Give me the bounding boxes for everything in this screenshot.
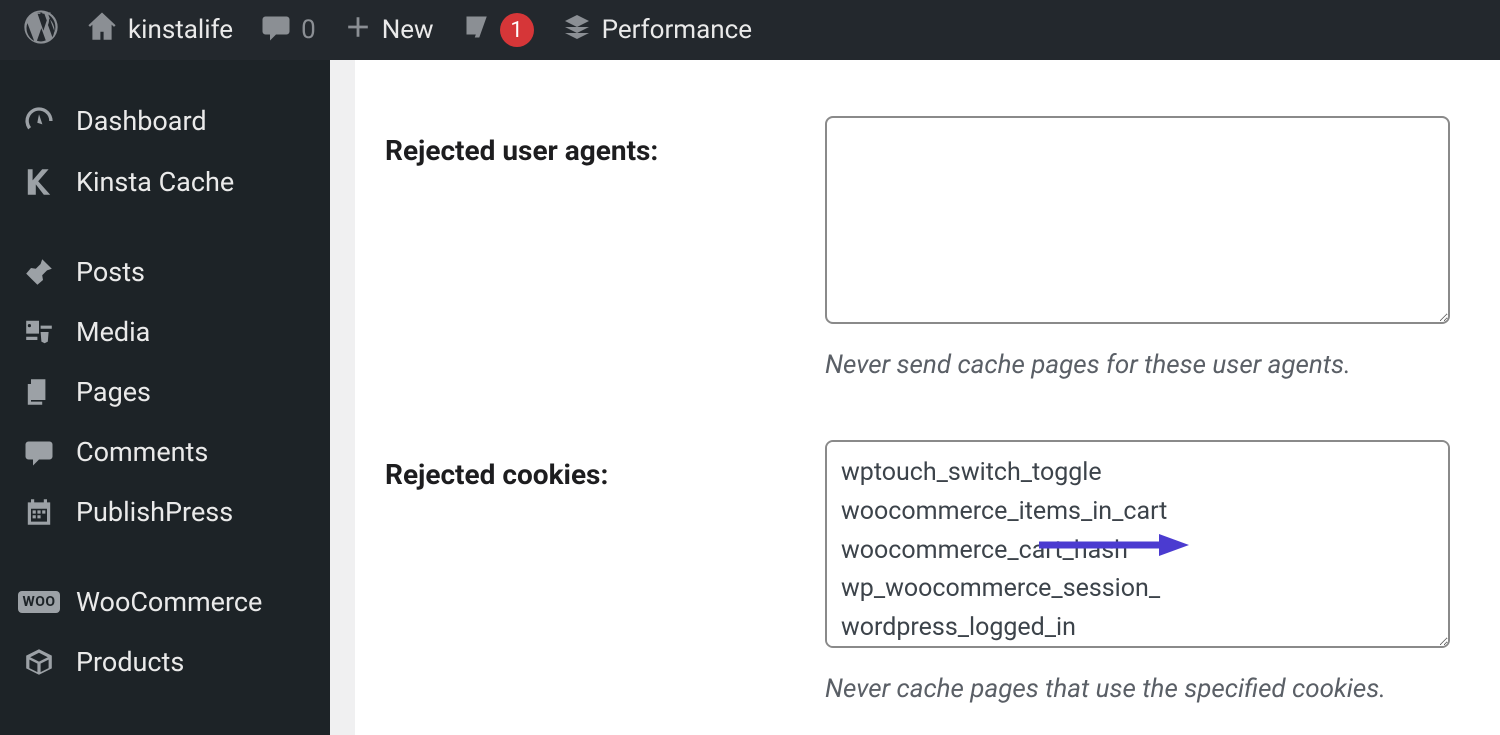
rejected-user-agents-helper: Never send cache pages for these user ag… [825, 350, 1450, 380]
pages-icon [20, 376, 58, 408]
sidebar-item-posts[interactable]: Posts [0, 242, 330, 302]
sidebar-item-label: Dashboard [76, 105, 207, 137]
media-icon [20, 316, 58, 348]
sidebar-item-pages[interactable]: Pages [0, 362, 330, 422]
rejected-user-agents-textarea[interactable] [825, 116, 1450, 324]
wordpress-icon [24, 10, 58, 51]
sidebar-item-products[interactable]: Products [0, 632, 330, 692]
sidebar-item-media[interactable]: Media [0, 302, 330, 362]
comments-icon [20, 437, 58, 467]
woocommerce-icon: WOO [20, 591, 58, 613]
home-icon [86, 11, 118, 50]
rejected-cookies-label: Rejected cookies: [385, 440, 825, 491]
site-link[interactable]: kinstalife [76, 0, 243, 60]
sidebar-item-dashboard[interactable]: Dashboard [0, 90, 330, 152]
performance-label: Performance [602, 15, 752, 45]
yoast-icon [462, 12, 492, 49]
sidebar-item-label: Products [76, 646, 184, 678]
performance-icon [562, 12, 592, 49]
sidebar-item-label: Posts [76, 256, 145, 288]
new-label: New [382, 15, 434, 45]
yoast-notification-badge: 1 [500, 13, 534, 47]
sidebar-item-publishpress[interactable]: PublishPress [0, 482, 330, 542]
sidebar-item-label: Comments [76, 436, 208, 468]
comment-icon [261, 12, 291, 49]
sidebar-item-label: Kinsta Cache [76, 166, 234, 198]
rejected-cookies-row: Rejected cookies: Never cache pages that… [385, 440, 1450, 704]
sidebar-item-label: Media [76, 316, 150, 348]
yoast-link[interactable]: 1 [452, 0, 544, 60]
sidebar-item-comments[interactable]: Comments [0, 422, 330, 482]
sidebar-item-label: PublishPress [76, 496, 233, 528]
rejected-user-agents-label: Rejected user agents: [385, 116, 825, 167]
admin-toolbar: kinstalife 0 New 1 Performance [0, 0, 1500, 60]
plus-icon [344, 13, 372, 48]
calendar-icon [20, 496, 58, 528]
performance-link[interactable]: Performance [552, 0, 762, 60]
site-name: kinstalife [128, 15, 233, 45]
kinsta-icon [20, 166, 58, 198]
sidebar-item-kinsta-cache[interactable]: Kinsta Cache [0, 152, 330, 212]
rejected-cookies-textarea[interactable] [825, 440, 1450, 648]
sidebar-item-label: WooCommerce [76, 586, 262, 618]
new-content-link[interactable]: New [334, 0, 444, 60]
box-icon [20, 646, 58, 678]
sidebar-item-woocommerce[interactable]: WOO WooCommerce [0, 572, 330, 632]
comments-link[interactable]: 0 [251, 0, 326, 60]
admin-sidebar: Dashboard Kinsta Cache Posts Media [0, 60, 330, 735]
rejected-user-agents-row: Rejected user agents: Never send cache p… [385, 116, 1450, 380]
comments-count: 0 [301, 15, 316, 45]
rejected-cookies-helper: Never cache pages that use the specified… [825, 674, 1450, 704]
settings-panel: Rejected user agents: Never send cache p… [330, 60, 1500, 735]
pin-icon [20, 256, 58, 288]
sidebar-item-label: Pages [76, 376, 151, 408]
dashboard-icon [20, 104, 58, 138]
wp-logo-link[interactable] [14, 0, 68, 60]
